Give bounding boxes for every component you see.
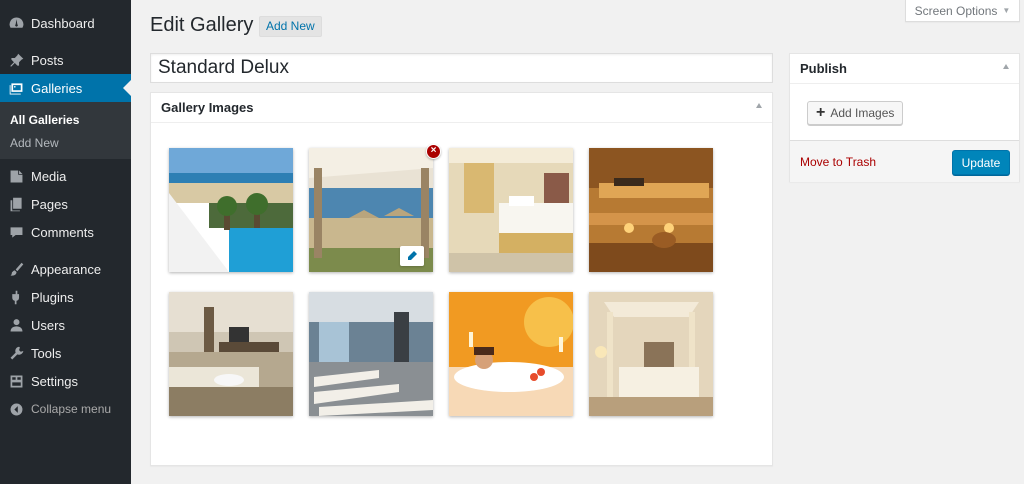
publish-title: Publish bbox=[800, 61, 847, 76]
sauna-image bbox=[589, 148, 713, 272]
caret-down-icon: ▼ bbox=[1002, 6, 1011, 15]
gallery-images-title: Gallery Images bbox=[161, 100, 254, 115]
menu-appearance[interactable]: Appearance bbox=[0, 255, 131, 283]
add-images-label: Add Images bbox=[830, 106, 895, 120]
gallery-thumb-spa-loungers[interactable] bbox=[309, 292, 433, 416]
page-title: Edit Gallery bbox=[150, 14, 254, 36]
submenu-add-new[interactable]: Add New bbox=[0, 132, 131, 155]
hotel-bedroom-image bbox=[449, 148, 573, 272]
comments-icon bbox=[1, 224, 31, 241]
collapse-toggle-icon[interactable] bbox=[756, 103, 762, 108]
publish-actions: Move to Trash Update bbox=[790, 140, 1019, 182]
pages-icon bbox=[1, 196, 31, 213]
admin-sidebar: Dashboard Posts Galleries All Galleries … bbox=[0, 0, 131, 484]
menu-galleries[interactable]: Galleries bbox=[0, 74, 131, 102]
users-icon bbox=[1, 317, 31, 334]
move-to-trash-link[interactable]: Move to Trash bbox=[800, 155, 876, 169]
gallery-thumb-sauna[interactable] bbox=[589, 148, 713, 272]
plus-icon: + bbox=[816, 104, 826, 121]
brush-icon bbox=[1, 261, 31, 278]
menu-users[interactable]: Users bbox=[0, 311, 131, 339]
menu-pages[interactable]: Pages bbox=[0, 190, 131, 218]
menu-settings[interactable]: Settings bbox=[0, 367, 131, 395]
collapse-menu-button[interactable]: Collapse menu bbox=[0, 395, 131, 423]
add-images-button[interactable]: + Add Images bbox=[807, 101, 904, 125]
gallery-thumb-canopy-bedroom[interactable] bbox=[589, 292, 713, 416]
living-room-image bbox=[169, 292, 293, 416]
collapse-toggle-icon[interactable] bbox=[1003, 64, 1009, 69]
gallery-thumb-living-room[interactable] bbox=[169, 292, 293, 416]
gallery-images-header[interactable]: Gallery Images bbox=[151, 93, 772, 123]
pencil-icon bbox=[408, 251, 417, 260]
remove-image-button[interactable]: × bbox=[426, 144, 441, 159]
menu-posts[interactable]: Posts bbox=[0, 46, 131, 74]
gallery-title-input[interactable] bbox=[150, 53, 773, 83]
spa-loungers-image bbox=[309, 292, 433, 416]
menu-tools[interactable]: Tools bbox=[0, 339, 131, 367]
edit-image-button[interactable] bbox=[400, 246, 424, 266]
menu-dashboard[interactable]: Dashboard bbox=[0, 9, 131, 37]
bubble-bath-image bbox=[449, 292, 573, 416]
gallery-icon bbox=[1, 80, 31, 97]
gallery-thumb-beach-pool[interactable] bbox=[169, 148, 293, 272]
wrench-icon bbox=[1, 345, 31, 362]
settings-icon bbox=[1, 373, 31, 390]
menu-plugins[interactable]: Plugins bbox=[0, 283, 131, 311]
pin-icon bbox=[1, 52, 31, 69]
collapse-icon bbox=[1, 401, 31, 418]
gallery-thumb-hotel-bedroom[interactable] bbox=[449, 148, 573, 272]
canopy-bedroom-image bbox=[589, 292, 713, 416]
media-icon bbox=[1, 168, 31, 185]
gallery-thumb-bubble-bath[interactable] bbox=[449, 292, 573, 416]
screen-options-label: Screen Options bbox=[914, 3, 998, 18]
dashboard-icon bbox=[1, 15, 31, 32]
update-button[interactable]: Update bbox=[952, 150, 1010, 175]
submenu-all-galleries[interactable]: All Galleries bbox=[0, 109, 131, 132]
publish-header[interactable]: Publish bbox=[790, 54, 1019, 84]
galleries-submenu: All Galleries Add New bbox=[0, 102, 131, 159]
publish-box: Publish + Add Images Move to Trash Updat… bbox=[789, 53, 1020, 182]
menu-comments[interactable]: Comments bbox=[0, 218, 131, 246]
beach-pool-image bbox=[169, 148, 293, 272]
add-new-button[interactable]: Add New bbox=[259, 16, 322, 37]
menu-media[interactable]: Media bbox=[0, 162, 131, 190]
screen-options-button[interactable]: Screen Options ▼ bbox=[905, 0, 1020, 22]
plugin-icon bbox=[1, 289, 31, 306]
